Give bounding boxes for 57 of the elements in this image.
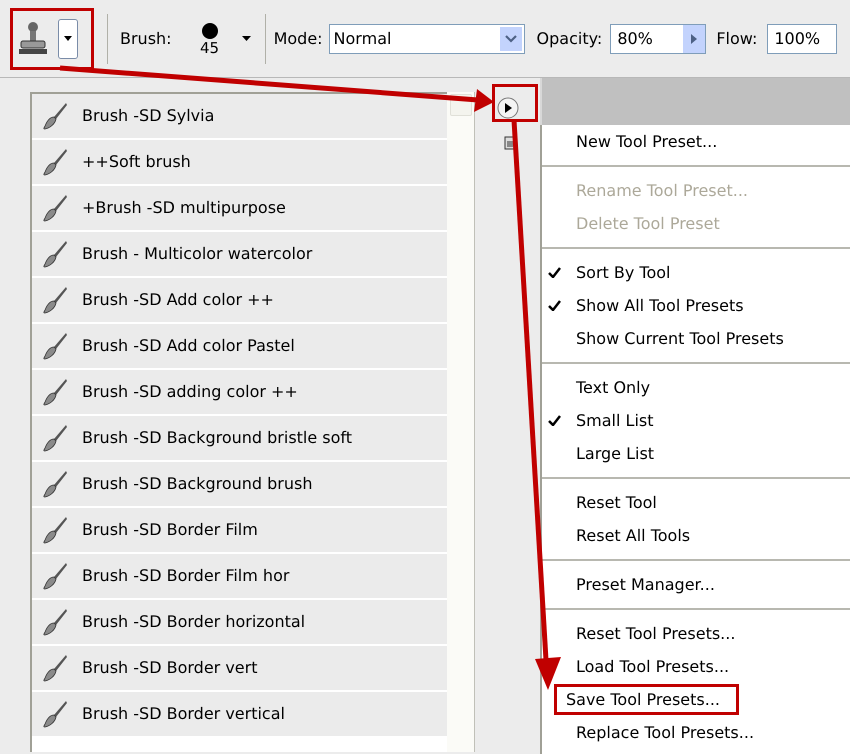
- paintbrush-icon: [42, 700, 68, 728]
- preset-item[interactable]: Brush -SD Sylvia: [32, 94, 447, 140]
- paintbrush-icon: [42, 654, 68, 682]
- brush-tip-icon: [200, 22, 219, 40]
- menu-item[interactable]: Preset Manager...: [566, 569, 725, 600]
- preset-item[interactable]: Brush -SD adding color ++: [32, 370, 447, 416]
- preset-item[interactable]: Brush -SD Add color Pastel: [32, 324, 447, 370]
- caret-icon[interactable]: [242, 36, 251, 41]
- paintbrush-icon: [42, 102, 68, 130]
- preset-item[interactable]: Brush -SD Background bristle soft: [32, 416, 447, 462]
- preset-item[interactable]: +Brush -SD multipurpose: [32, 186, 447, 232]
- menu-item[interactable]: Replace Tool Presets...: [566, 717, 764, 748]
- paintbrush-icon: [42, 194, 68, 222]
- tool-preset-dropdown[interactable]: [58, 18, 78, 58]
- paintbrush-icon: [42, 424, 68, 452]
- brush-label: Brush:: [120, 28, 172, 50]
- preset-item[interactable]: Brush -SD Add color ++: [32, 278, 447, 324]
- preset-item[interactable]: Brush -SD Border vert: [32, 646, 447, 692]
- menu-item[interactable]: Load Tool Presets...: [566, 651, 740, 682]
- opacity-field[interactable]: 80%: [610, 24, 706, 54]
- paintbrush-icon: [42, 516, 68, 544]
- menu-item[interactable]: New Tool Preset...: [566, 126, 728, 157]
- flow-label: Flow:: [716, 28, 758, 50]
- stamp-icon[interactable]: [16, 20, 50, 56]
- paintbrush-icon: [42, 562, 68, 590]
- preset-item[interactable]: Brush -SD Border Film hor: [32, 554, 447, 600]
- menu-item[interactable]: Reset Tool: [566, 487, 667, 518]
- preset-item[interactable]: Brush -SD Border Film: [32, 508, 447, 554]
- menu-item[interactable]: Show Current Tool Presets: [566, 323, 794, 354]
- paintbrush-icon: [42, 148, 68, 176]
- brush-picker[interactable]: 45: [190, 22, 230, 56]
- paintbrush-icon: [42, 332, 68, 360]
- menu-item[interactable]: Sort By Tool: [566, 257, 680, 288]
- flow-field[interactable]: 100%: [767, 24, 838, 54]
- preset-item[interactable]: Brush -SD Border vertical: [32, 692, 447, 738]
- menu-item[interactable]: Text Only: [566, 372, 660, 403]
- mode-label: Mode:: [274, 28, 323, 50]
- preset-item[interactable]: ++Soft brush: [32, 140, 447, 186]
- highlight-frame: [492, 84, 538, 122]
- play-circle-icon: [496, 97, 518, 119]
- paintbrush-icon: [42, 470, 68, 498]
- menu-item[interactable]: Show All Tool Presets: [566, 290, 754, 321]
- preset-item[interactable]: Brush -SD Background brush: [32, 462, 447, 508]
- paintbrush-icon: [42, 286, 68, 314]
- menu-item[interactable]: Large List: [566, 438, 664, 469]
- preset-item[interactable]: Brush - Multicolor watercolor: [32, 232, 447, 278]
- paintbrush-icon: [42, 378, 68, 406]
- preset-item[interactable]: Brush -SD Border horizontal: [32, 600, 447, 646]
- menu-item[interactable]: Reset All Tools: [566, 520, 700, 551]
- menu-item[interactable]: Save Tool Presets...: [554, 684, 740, 715]
- opacity-label: Opacity:: [536, 28, 602, 50]
- mode-select[interactable]: Normal: [328, 24, 525, 54]
- caret-icon: [64, 36, 72, 41]
- menu-item[interactable]: Small List: [566, 405, 664, 436]
- paintbrush-icon: [42, 240, 68, 268]
- paintbrush-icon: [42, 608, 68, 636]
- menu-item[interactable]: Reset Tool Presets...: [566, 618, 746, 649]
